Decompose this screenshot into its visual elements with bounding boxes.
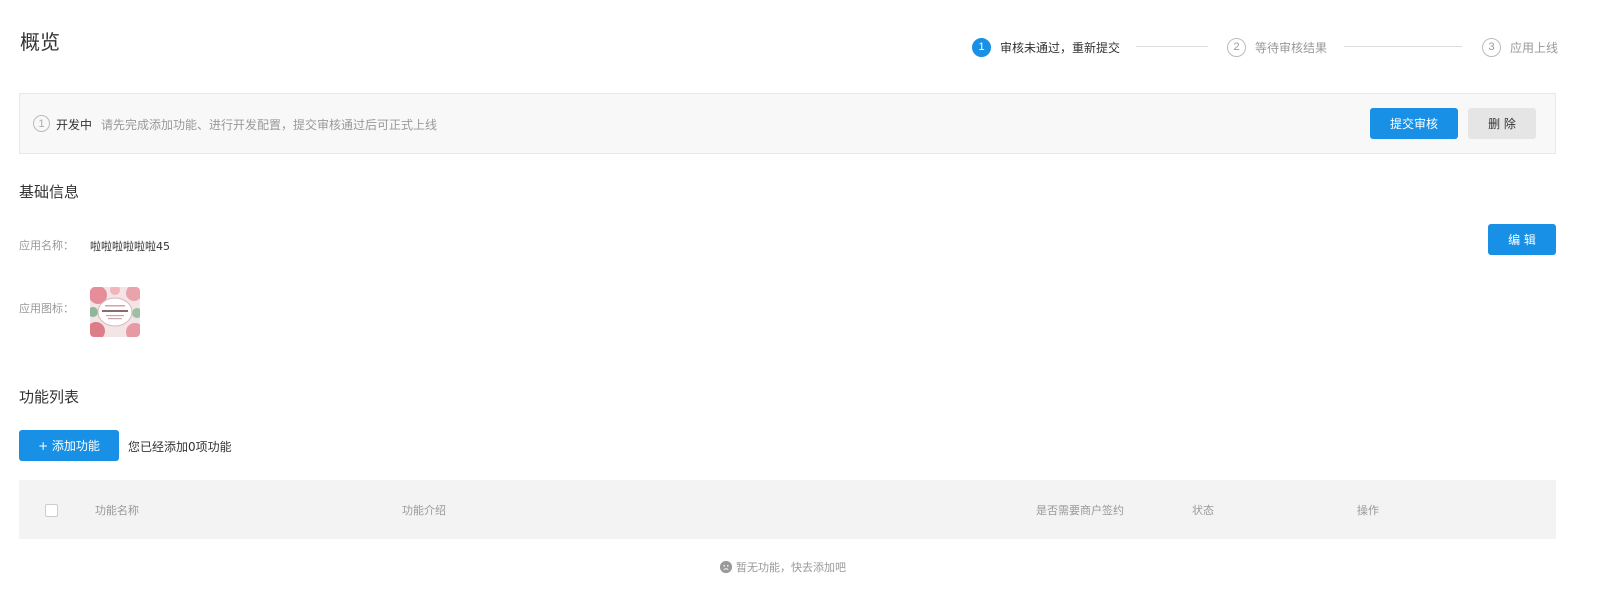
step-1-label: 审核未通过，重新提交: [1000, 40, 1121, 55]
step-1: 1 审核未通过，重新提交: [972, 37, 1120, 57]
add-function-button[interactable]: + 添加功能: [19, 430, 119, 461]
status-description: 请先完成添加功能、进行开发配置，提交审核通过后可正式上线: [101, 118, 438, 132]
step-connector-1: [1136, 46, 1208, 47]
step-2-number: 2: [1227, 37, 1246, 57]
step-3-label: 应用上线: [1510, 40, 1559, 55]
empty-state-text: 暂无功能，快去添加吧: [736, 561, 846, 574]
delete-button[interactable]: 删 除: [1468, 108, 1536, 139]
status-banner: 1 开发中 请先完成添加功能、进行开发配置，提交审核通过后可正式上线 提交审核 …: [19, 93, 1556, 154]
sad-face-icon: [720, 561, 732, 573]
column-merchant-sign: 是否需要商户签约: [1036, 504, 1124, 517]
basic-info-title: 基础信息: [19, 183, 80, 201]
function-list-title: 功能列表: [19, 388, 80, 406]
submit-review-button[interactable]: 提交审核: [1370, 108, 1458, 139]
step-1-number: 1: [972, 37, 991, 57]
column-actions: 操作: [1357, 504, 1379, 517]
app-name-label: 应用名称：: [19, 239, 74, 252]
column-status: 状态: [1192, 504, 1214, 517]
app-icon-label: 应用图标：: [19, 302, 74, 315]
empty-state: 暂无功能，快去添加吧: [720, 559, 846, 575]
edit-button[interactable]: 编 辑: [1488, 224, 1556, 255]
step-connector-2: [1344, 46, 1462, 47]
step-3: 3 应用上线: [1482, 37, 1558, 57]
info-icon: 1: [33, 115, 50, 132]
app-icon-image: [90, 287, 140, 337]
step-2: 2 等待审核结果: [1227, 37, 1327, 57]
step-3-number: 3: [1482, 37, 1501, 57]
column-function-name: 功能名称: [95, 504, 139, 517]
function-count-text: 您已经添加0项功能: [128, 440, 232, 454]
column-function-intro: 功能介绍: [402, 504, 446, 517]
select-all-checkbox[interactable]: [45, 504, 58, 517]
function-table-header: 功能名称 功能介绍 是否需要商户签约 状态 操作: [19, 480, 1556, 539]
app-name-value: 啦啦啦啦啦啦45: [90, 240, 170, 253]
status-label: 开发中: [56, 118, 93, 132]
review-steps: 1 审核未通过，重新提交 2 等待审核结果 3 应用上线: [972, 37, 1609, 57]
page-title: 概览: [20, 30, 60, 54]
step-2-label: 等待审核结果: [1255, 40, 1328, 55]
app-overview-page: 概览 1 审核未通过，重新提交 2 等待审核结果 3 应用上线 1 开发中 请先…: [0, 0, 1610, 609]
